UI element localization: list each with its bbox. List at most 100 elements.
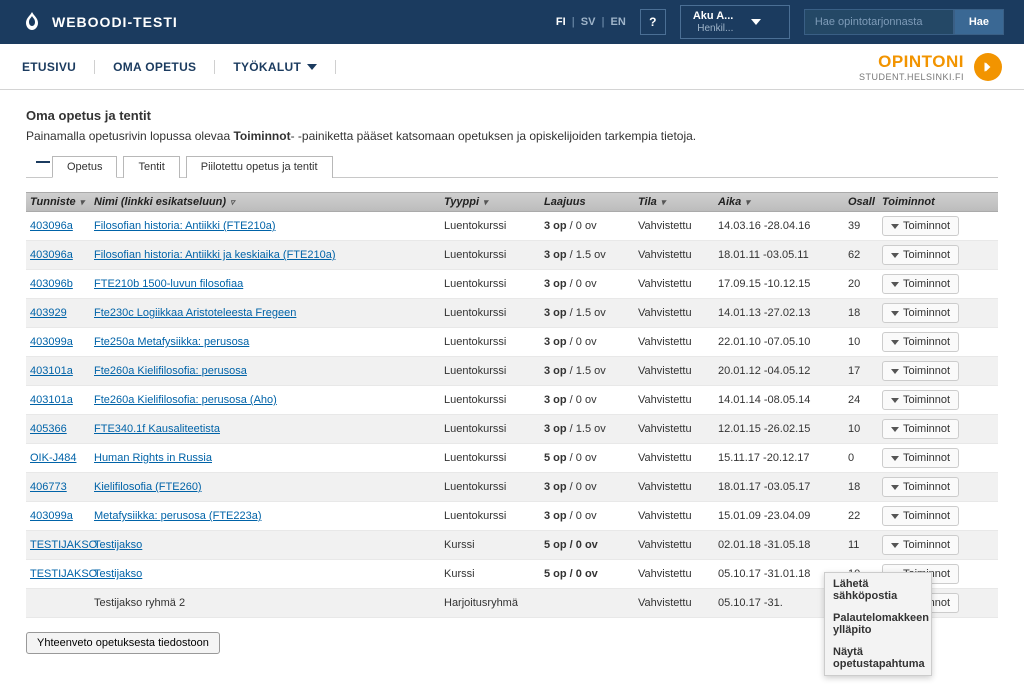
course-name-link[interactable]: Filosofian historia: Antiikki ja keskiai… — [94, 249, 335, 261]
arrow-right-icon — [974, 53, 1002, 81]
course-extent: 3 op / 0 ov — [540, 274, 634, 294]
course-name-link[interactable]: Fte260a Kielifilosofia: perusosa (Aho) — [94, 394, 277, 406]
actions-button[interactable]: Toiminnot — [882, 448, 959, 468]
course-id-link[interactable]: 406773 — [30, 481, 67, 493]
course-name-link[interactable]: Filosofian historia: Antiikki (FTE210a) — [94, 220, 276, 232]
col-state[interactable]: Tila▾ — [634, 193, 714, 211]
dropdown-send-email[interactable]: Lähetä sähköpostia — [825, 573, 931, 607]
opintoni-link[interactable]: OPINTONI STUDENT.HELSINKI.FI — [859, 52, 1002, 82]
actions-button[interactable]: Toiminnot — [882, 419, 959, 439]
col-extent[interactable]: Laajuus — [540, 193, 634, 211]
help-button[interactable]: ? — [640, 9, 666, 35]
dropdown-feedback[interactable]: Palautelomakkeen ylläpito — [825, 607, 931, 641]
course-participants: 18 — [844, 477, 878, 497]
lang-en[interactable]: EN — [611, 16, 626, 28]
col-name[interactable]: Nimi (linkki esikatseluun)▿ — [90, 193, 440, 211]
course-name: Testijakso ryhmä 2 — [94, 597, 185, 609]
summary-button[interactable]: Yhteenveto opetuksesta tiedostoon — [26, 632, 220, 654]
col-type[interactable]: Tyyppi▾ — [440, 193, 540, 211]
course-name-link[interactable]: Metafysiikka: perusosa (FTE223a) — [94, 510, 262, 522]
actions-button[interactable]: Toiminnot — [882, 332, 959, 352]
course-id-link[interactable]: TESTIJAKSO — [30, 568, 97, 580]
chevron-down-icon — [891, 340, 899, 345]
table-header: Tunniste▾ Nimi (linkki esikatseluun)▿ Ty… — [26, 192, 998, 212]
chevron-down-icon — [891, 485, 899, 490]
actions-button[interactable]: Toiminnot — [882, 274, 959, 294]
actions-button[interactable]: Toiminnot — [882, 390, 959, 410]
course-id-link[interactable]: TESTIJAKSO — [30, 539, 97, 551]
chevron-down-icon — [751, 19, 761, 25]
course-name-link[interactable]: Testijakso — [94, 568, 142, 580]
course-extent: 3 op / 1.5 ov — [540, 419, 634, 439]
course-state: Vahvistettu — [634, 216, 714, 236]
logo[interactable]: WEBOODI-TESTI — [20, 10, 178, 34]
chevron-down-icon — [307, 64, 317, 70]
course-id-link[interactable]: 403929 — [30, 307, 67, 319]
course-name-link[interactable]: Fte250a Metafysiikka: perusosa — [94, 336, 249, 348]
tab-tentit[interactable]: Tentit — [123, 156, 179, 178]
nav-own-teaching[interactable]: OMA OPETUS — [95, 60, 215, 74]
nav-home[interactable]: ETUSIVU — [22, 60, 95, 74]
course-extent: 3 op / 1.5 ov — [540, 245, 634, 265]
course-type: Luentokurssi — [440, 303, 540, 323]
col-time[interactable]: Aika▾ — [714, 193, 844, 211]
course-type: Luentokurssi — [440, 477, 540, 497]
col-id[interactable]: Tunniste▾ — [26, 193, 90, 211]
col-participants[interactable]: Osall — [844, 193, 878, 211]
course-participants: 62 — [844, 245, 878, 265]
course-name-link[interactable]: Fte230c Logiikkaa Aristoteleesta Fregeen — [94, 307, 296, 319]
course-id-link[interactable]: OIK-J484 — [30, 452, 76, 464]
opintoni-sub: STUDENT.HELSINKI.FI — [859, 72, 964, 82]
nav-tools[interactable]: TYÖKALUT — [215, 60, 336, 74]
teaching-table: Tunniste▾ Nimi (linkki esikatseluun)▿ Ty… — [26, 192, 998, 618]
course-state: Vahvistettu — [634, 274, 714, 294]
course-participants: 17 — [844, 361, 878, 381]
course-name-link[interactable]: Fte260a Kielifilosofia: perusosa — [94, 365, 247, 377]
course-name-link[interactable]: FTE340.1f Kausaliteetista — [94, 423, 220, 435]
table-row: 403096bFTE210b 1500-luvun filosofiaa Lue… — [26, 270, 998, 299]
course-type: Luentokurssi — [440, 245, 540, 265]
tab-opetus[interactable]: Opetus — [52, 156, 117, 178]
course-extent: 3 op / 0 ov — [540, 332, 634, 352]
course-time: 18.01.17 -03.05.17 — [714, 477, 844, 497]
course-name-link[interactable]: FTE210b 1500-luvun filosofiaa — [94, 278, 243, 290]
actions-button[interactable]: Toiminnot — [882, 535, 959, 555]
course-name-link[interactable]: Kielifilosofia (FTE260) — [94, 481, 202, 493]
user-menu[interactable]: Aku A... Henkil... — [680, 5, 790, 38]
search-button[interactable]: Hae — [954, 9, 1004, 35]
table-row: 406773 Kielifilosofia (FTE260) Luentokurs… — [26, 473, 998, 502]
course-id-link[interactable]: 403096b — [30, 278, 73, 290]
search-input[interactable] — [804, 9, 954, 35]
logo-icon — [20, 10, 44, 34]
course-id-link[interactable]: 403101a — [30, 365, 73, 377]
course-participants: 24 — [844, 390, 878, 410]
course-name-link[interactable]: Testijakso — [94, 539, 142, 551]
course-state: Vahvistettu — [634, 535, 714, 555]
lang-sv[interactable]: SV — [581, 16, 596, 28]
opintoni-title: OPINTONI — [859, 52, 964, 72]
course-id-link[interactable]: 405366 — [30, 423, 67, 435]
course-id-link[interactable]: 403096a — [30, 249, 73, 261]
course-participants: 10 — [844, 419, 878, 439]
course-participants: 18 — [844, 303, 878, 323]
tab-hidden[interactable]: Piilotettu opetus ja tentit — [186, 156, 333, 178]
chevron-down-icon — [891, 311, 899, 316]
course-id-link[interactable]: 403096a — [30, 220, 73, 232]
actions-button[interactable]: Toiminnot — [882, 303, 959, 323]
tab-active-indicator — [36, 161, 50, 163]
course-type: Kurssi — [440, 535, 540, 555]
course-state: Vahvistettu — [634, 564, 714, 584]
course-name-link[interactable]: Human Rights in Russia — [94, 452, 212, 464]
actions-button[interactable]: Toiminnot — [882, 506, 959, 526]
course-id-link[interactable]: 403101a — [30, 394, 73, 406]
actions-button[interactable]: Toiminnot — [882, 477, 959, 497]
course-time: 12.01.15 -26.02.15 — [714, 419, 844, 439]
dropdown-show-event[interactable]: Näytä opetustapahtuma — [825, 641, 931, 675]
actions-button[interactable]: Toiminnot — [882, 216, 959, 236]
actions-button[interactable]: Toiminnot — [882, 361, 959, 381]
course-id-link[interactable]: 403099a — [30, 510, 73, 522]
course-type: Luentokurssi — [440, 361, 540, 381]
course-id-link[interactable]: 403099a — [30, 336, 73, 348]
actions-button[interactable]: Toiminnot — [882, 245, 959, 265]
lang-fi[interactable]: FI — [556, 16, 566, 28]
